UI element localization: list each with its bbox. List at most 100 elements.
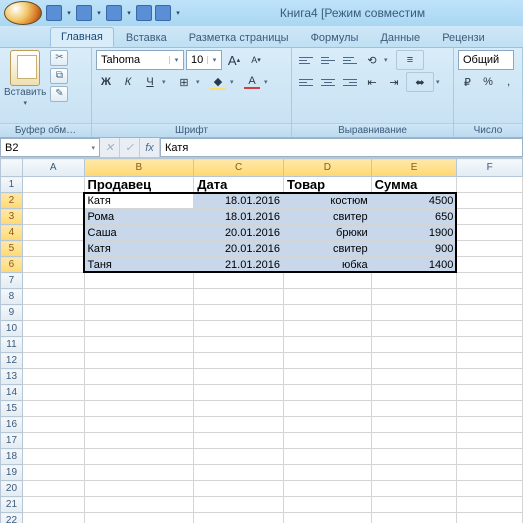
- cell-D15[interactable]: [284, 401, 372, 417]
- cell-C6[interactable]: 21.01.2016: [194, 257, 284, 273]
- cell-D11[interactable]: [284, 337, 372, 353]
- row-header-6[interactable]: 6: [1, 257, 23, 273]
- cell-E19[interactable]: [371, 465, 457, 481]
- underline-split-icon[interactable]: ▾: [162, 78, 172, 86]
- cell-D6[interactable]: юбка: [284, 257, 372, 273]
- cell-D13[interactable]: [284, 369, 372, 385]
- cell-A6[interactable]: [22, 257, 84, 273]
- cell-F13[interactable]: [457, 369, 523, 385]
- cell-F17[interactable]: [457, 433, 523, 449]
- undo-split-icon[interactable]: ▾: [95, 5, 103, 21]
- cell-F12[interactable]: [457, 353, 523, 369]
- formula-input[interactable]: Катя: [160, 138, 523, 157]
- row-header-17[interactable]: 17: [1, 433, 23, 449]
- row-header-15[interactable]: 15: [1, 401, 23, 417]
- cell-A7[interactable]: [22, 273, 84, 289]
- orientation-button[interactable]: ⟲: [362, 50, 382, 70]
- cell-F22[interactable]: [457, 513, 523, 523]
- cell-E15[interactable]: [371, 401, 457, 417]
- format-painter-icon[interactable]: ✎: [50, 86, 68, 102]
- cell-F21[interactable]: [457, 497, 523, 513]
- cell-D20[interactable]: [284, 481, 372, 497]
- cell-A15[interactable]: [22, 401, 84, 417]
- cell-B22[interactable]: [84, 513, 194, 523]
- border-button[interactable]: ⊞: [174, 72, 194, 92]
- cell-A11[interactable]: [22, 337, 84, 353]
- row-header-8[interactable]: 8: [1, 289, 23, 305]
- cell-A2[interactable]: [22, 193, 84, 209]
- cell-E2[interactable]: 4500: [371, 193, 457, 209]
- tab-insert[interactable]: Вставка: [116, 29, 177, 47]
- cell-E4[interactable]: 1900: [371, 225, 457, 241]
- cell-D22[interactable]: [284, 513, 372, 523]
- cell-A13[interactable]: [22, 369, 84, 385]
- col-header-C[interactable]: C: [194, 159, 284, 177]
- cell-A8[interactable]: [22, 289, 84, 305]
- cell-F9[interactable]: [457, 305, 523, 321]
- cell-C17[interactable]: [194, 433, 284, 449]
- cell-B2[interactable]: Катя: [84, 193, 194, 209]
- cell-E17[interactable]: [371, 433, 457, 449]
- merge-split-icon[interactable]: ▾: [436, 78, 446, 86]
- tab-review[interactable]: Рецензи: [432, 29, 495, 47]
- cut-icon[interactable]: ✂: [50, 50, 68, 66]
- cell-E16[interactable]: [371, 417, 457, 433]
- cell-D14[interactable]: [284, 385, 372, 401]
- cell-C10[interactable]: [194, 321, 284, 337]
- print-preview-icon[interactable]: [155, 5, 171, 21]
- cell-B8[interactable]: [84, 289, 194, 305]
- cell-C20[interactable]: [194, 481, 284, 497]
- cell-B1[interactable]: Продавец: [84, 177, 194, 193]
- underline-button[interactable]: Ч: [140, 72, 160, 92]
- fx-icon[interactable]: fx: [140, 138, 160, 157]
- cell-F8[interactable]: [457, 289, 523, 305]
- cell-D10[interactable]: [284, 321, 372, 337]
- cell-E22[interactable]: [371, 513, 457, 523]
- row-header-2[interactable]: 2: [1, 193, 23, 209]
- fill-split-icon[interactable]: ▾: [230, 78, 240, 86]
- cell-D2[interactable]: костюм: [284, 193, 372, 209]
- tab-home[interactable]: Главная: [50, 27, 114, 47]
- row-header-16[interactable]: 16: [1, 417, 23, 433]
- col-header-D[interactable]: D: [284, 159, 372, 177]
- cell-D8[interactable]: [284, 289, 372, 305]
- cell-D5[interactable]: свитер: [284, 241, 372, 257]
- cell-C4[interactable]: 20.01.2016: [194, 225, 284, 241]
- cell-A22[interactable]: [22, 513, 84, 523]
- percent-button[interactable]: %: [479, 72, 498, 92]
- cell-B15[interactable]: [84, 401, 194, 417]
- orientation-split-icon[interactable]: ▾: [384, 56, 394, 64]
- cell-A16[interactable]: [22, 417, 84, 433]
- row-header-5[interactable]: 5: [1, 241, 23, 257]
- copy-icon[interactable]: ⧉: [50, 68, 68, 84]
- cell-F18[interactable]: [457, 449, 523, 465]
- cell-E3[interactable]: 650: [371, 209, 457, 225]
- cell-F11[interactable]: [457, 337, 523, 353]
- cell-F7[interactable]: [457, 273, 523, 289]
- row-header-18[interactable]: 18: [1, 449, 23, 465]
- cell-D7[interactable]: [284, 273, 372, 289]
- cell-B13[interactable]: [84, 369, 194, 385]
- cell-C8[interactable]: [194, 289, 284, 305]
- cell-E21[interactable]: [371, 497, 457, 513]
- cell-B19[interactable]: [84, 465, 194, 481]
- cell-E1[interactable]: Сумма: [371, 177, 457, 193]
- cell-B18[interactable]: [84, 449, 194, 465]
- cell-E12[interactable]: [371, 353, 457, 369]
- cell-D4[interactable]: брюки: [284, 225, 372, 241]
- cell-E18[interactable]: [371, 449, 457, 465]
- align-right-button[interactable]: [340, 72, 360, 92]
- align-top-button[interactable]: [296, 50, 316, 70]
- tab-data[interactable]: Данные: [370, 29, 430, 47]
- row-header-9[interactable]: 9: [1, 305, 23, 321]
- cell-C21[interactable]: [194, 497, 284, 513]
- italic-button[interactable]: К: [118, 72, 138, 92]
- name-box[interactable]: B2▾: [0, 138, 100, 157]
- cell-C19[interactable]: [194, 465, 284, 481]
- cell-D1[interactable]: Товар: [284, 177, 372, 193]
- cell-B9[interactable]: [84, 305, 194, 321]
- cell-C9[interactable]: [194, 305, 284, 321]
- redo-icon[interactable]: [106, 5, 122, 21]
- cell-A12[interactable]: [22, 353, 84, 369]
- col-header-E[interactable]: E: [371, 159, 457, 177]
